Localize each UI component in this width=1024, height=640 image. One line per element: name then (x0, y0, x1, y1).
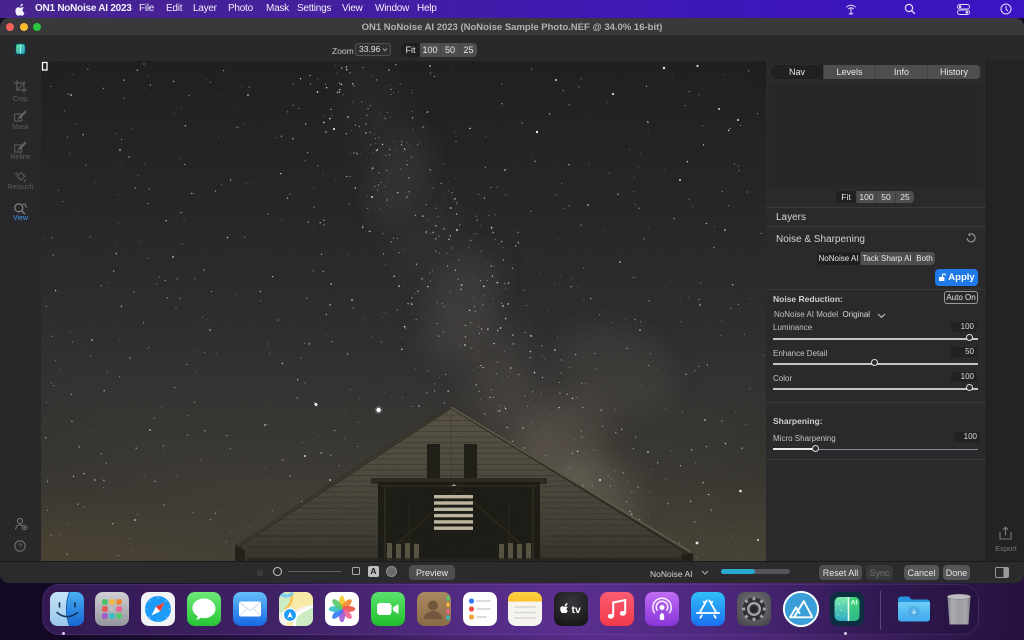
svg-text:AI: AI (851, 600, 858, 607)
svg-text:?: ? (18, 542, 22, 551)
svg-text:tv: tv (572, 604, 581, 616)
